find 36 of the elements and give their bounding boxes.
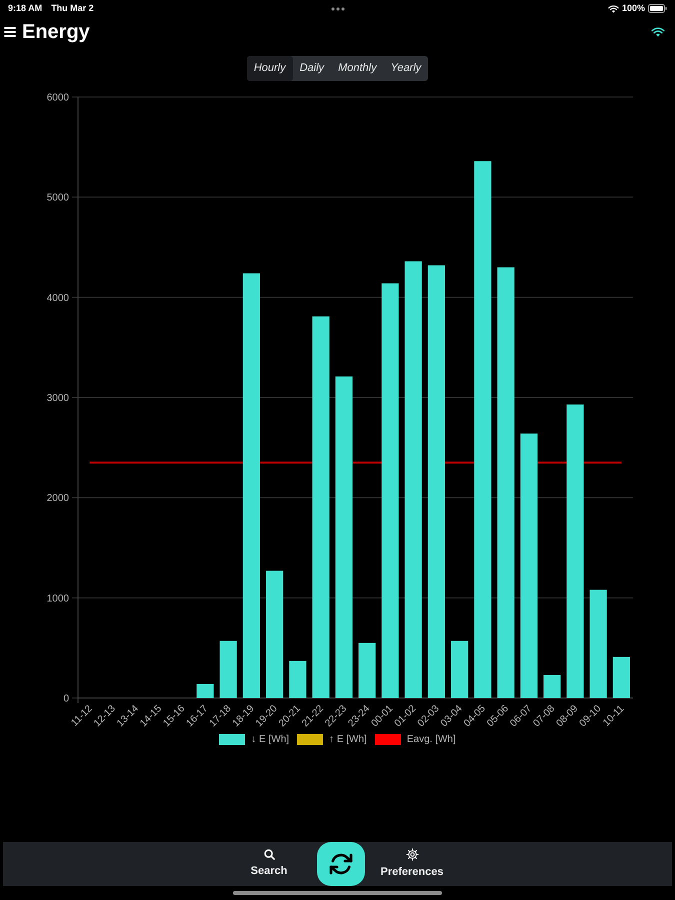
wifi-icon — [608, 4, 619, 12]
range-tab[interactable]: Hourly — [246, 56, 293, 81]
search-tab[interactable]: Search — [234, 842, 304, 886]
bar — [612, 656, 630, 698]
y-axis-label: 3000 — [46, 393, 69, 404]
y-axis-label: 1000 — [46, 593, 69, 604]
bar — [289, 660, 306, 698]
page-title: Energy — [22, 22, 90, 42]
y-axis-label: 6000 — [46, 92, 69, 104]
legend-label: ↓ E [Wh] — [251, 732, 290, 746]
range-tab[interactable]: Daily — [292, 56, 332, 81]
battery-percent: 100% — [622, 2, 645, 15]
legend-label: Eavg. [Wh] — [406, 732, 456, 746]
range-tab[interactable]: Yearly — [384, 56, 428, 81]
y-axis-label: 5000 — [46, 192, 69, 204]
refresh-icon — [329, 852, 353, 876]
y-axis-label: 4000 — [46, 292, 69, 304]
status-date: Thu Mar 2 — [51, 2, 94, 15]
bar — [196, 684, 214, 698]
refresh-button[interactable] — [317, 842, 365, 886]
search-icon — [264, 848, 274, 860]
battery-icon — [648, 4, 667, 13]
multitasking-dots-icon[interactable] — [330, 6, 344, 10]
menu-icon[interactable] — [4, 27, 16, 37]
y-axis-label: 0 — [63, 694, 69, 704]
y-axis-label: 2000 — [46, 493, 69, 504]
bar — [220, 640, 237, 698]
bar — [451, 640, 468, 698]
status-time: 9:18 AM — [8, 2, 42, 15]
range-tab[interactable]: Monthly — [331, 56, 384, 81]
bar — [544, 674, 561, 698]
bar — [358, 642, 376, 698]
preferences-tab[interactable]: Preferences — [372, 842, 452, 886]
legend-label: ↑ E [Wh] — [329, 732, 367, 746]
gear-icon — [406, 848, 418, 861]
wifi-icon — [651, 27, 665, 37]
